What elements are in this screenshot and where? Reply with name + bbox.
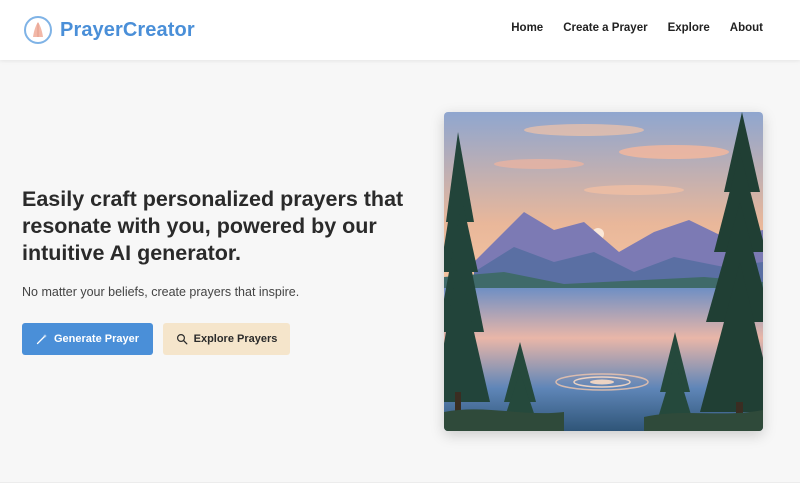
hero-image (444, 112, 763, 431)
nav-home[interactable]: Home (511, 22, 543, 34)
generate-prayer-label: Generate Prayer (54, 333, 139, 345)
brand-name: PrayerCreator (60, 18, 195, 41)
explore-prayers-button[interactable]: Explore Prayers (163, 323, 290, 355)
generate-prayer-button[interactable]: Generate Prayer (22, 323, 153, 355)
nav-create-a-prayer[interactable]: Create a Prayer (563, 22, 647, 34)
magic-wand-icon (36, 333, 48, 345)
nav-explore[interactable]: Explore (668, 22, 710, 34)
main-nav: Home Create a Prayer Explore About (511, 22, 763, 34)
hero-subtext: No matter your beliefs, create prayers t… (22, 285, 300, 299)
explore-prayers-label: Explore Prayers (193, 333, 278, 345)
search-icon (176, 333, 188, 345)
praying-hands-icon (24, 16, 52, 44)
site-header: PrayerCreator Home Create a Prayer Explo… (0, 0, 800, 60)
nav-about[interactable]: About (730, 22, 763, 34)
mountain-lake-illustration (444, 112, 763, 431)
hero-headline: Easily craft personalized prayers that r… (22, 187, 404, 265)
page-bottom-strip (0, 482, 800, 500)
brand[interactable]: PrayerCreator (24, 16, 195, 44)
